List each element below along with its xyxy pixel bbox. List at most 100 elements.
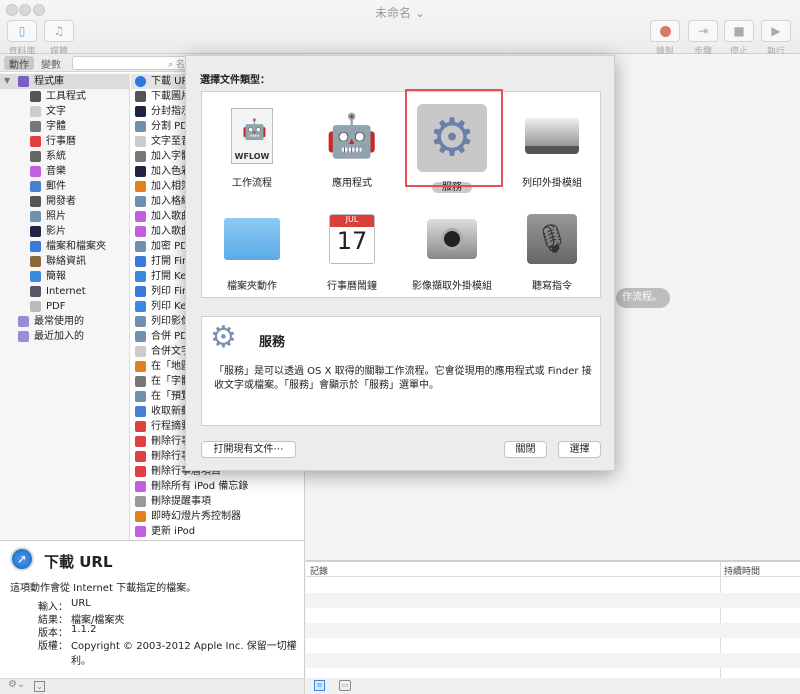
library-item[interactable]: 程式庫	[0, 74, 129, 89]
description-text: 「服務」是可以透過 OS X 取得的關聯工作流程。它會從現用的應用程式或 Fin…	[214, 366, 592, 391]
library-item[interactable]: 檔案和檔案夾	[30, 239, 106, 254]
library-item[interactable]: 影片	[30, 224, 66, 239]
workflow-bottom-bar: ≡ ▭	[306, 678, 800, 694]
action-item-icon	[135, 241, 146, 252]
library-item[interactable]: 郵件	[30, 179, 66, 194]
library-item-label: PDF	[46, 301, 66, 312]
library-item[interactable]: 工具程式	[30, 89, 86, 104]
media-button[interactable]: ♫ 媒體	[41, 20, 77, 57]
action-item-icon	[135, 166, 146, 177]
action-item[interactable]: 行程摘要	[135, 419, 191, 434]
action-description: 這項動作會從 Internet 下載指定的檔案。	[10, 583, 197, 594]
library-item-icon	[30, 286, 41, 297]
action-item-icon	[135, 496, 146, 507]
library-item[interactable]: Internet	[30, 284, 86, 299]
log-column-header[interactable]: 記錄	[310, 564, 328, 577]
library-item-label: 簡報	[46, 271, 66, 282]
action-item[interactable]: 刪除所有 iPod 備忘錄	[135, 479, 248, 494]
action-item[interactable]: 合併文字	[135, 344, 191, 359]
action-item-icon	[135, 361, 146, 372]
library-item[interactable]: 文字	[30, 104, 66, 119]
duration-column-header[interactable]: 持續時間	[724, 564, 760, 577]
library-item[interactable]: PDF	[30, 299, 65, 314]
step-button[interactable]: ⇥ 步驟	[685, 20, 721, 57]
tab-variables[interactable]: 變數	[36, 56, 66, 71]
variables-view-icon[interactable]: ▭	[339, 680, 351, 691]
library-icon: ▯	[7, 20, 37, 42]
window-title[interactable]: 未命名 ⌄	[0, 4, 800, 21]
type-dictation-command[interactable]: 🎙 聽寫指令	[502, 207, 602, 292]
log-view-icon[interactable]: ≡	[314, 680, 325, 691]
type-folder-action[interactable]: 檔案夾動作	[202, 207, 302, 292]
action-item-icon	[135, 106, 146, 117]
type-calendar-alarm[interactable]: JUL 17 行事曆鬧鐘	[302, 207, 402, 292]
library-item[interactable]: 系統	[30, 149, 66, 164]
type-description-box: ⚙ 服務 「服務」是可以透過 OS X 取得的關聯工作流程。它會從現用的應用程式…	[201, 316, 601, 426]
type-workflow[interactable]: 🤖 WFLOW 工作流程	[202, 104, 302, 189]
close-button[interactable]: 關閉	[504, 441, 547, 458]
action-item[interactable]: 刪除提醒事項	[135, 494, 211, 509]
record-button[interactable]: 錄製	[647, 20, 683, 57]
library-item[interactable]: 開發者	[30, 194, 76, 209]
action-item[interactable]: 文字至音	[135, 134, 191, 149]
action-item-icon	[135, 421, 146, 432]
action-item[interactable]: 分封指示	[135, 104, 191, 119]
disclosure-triangle-icon[interactable]: ▼	[4, 76, 10, 85]
action-item-icon	[135, 451, 146, 462]
action-item[interactable]: 更新 iPod	[135, 524, 195, 539]
action-item[interactable]: 列印影像	[135, 314, 191, 329]
stop-button[interactable]: ■ 停止	[721, 20, 757, 57]
library-item-icon	[30, 301, 41, 312]
action-item-icon	[135, 466, 146, 477]
run-button[interactable]: ▶ 執行	[758, 20, 794, 57]
action-item[interactable]: 加入相簿	[135, 179, 191, 194]
tab-actions[interactable]: 動作	[4, 56, 34, 71]
type-print-plugin[interactable]: 列印外掛模組	[502, 104, 602, 189]
library-item-icon	[30, 211, 41, 222]
document-type-dialog: 選擇文件類型： 🤖 WFLOW 工作流程 🤖 應用程式 ⚙ 服務 列印外掛模組 檔…	[185, 55, 615, 471]
action-item[interactable]: 加入色彩	[135, 164, 191, 179]
camera-icon	[420, 207, 484, 271]
library-button[interactable]: ▯ 資料庫	[4, 20, 40, 57]
library-item[interactable]: 簡報	[30, 269, 66, 284]
library-item[interactable]: 聯絡資訊	[30, 254, 86, 269]
safari-compass-icon: ➚	[10, 547, 34, 571]
action-item[interactable]: 即時幻燈片秀控制器	[135, 509, 241, 524]
library-item[interactable]: 最常使用的	[18, 314, 84, 329]
library-item-icon	[30, 196, 41, 207]
action-item-label: 刪除所有 iPod 備忘錄	[151, 481, 249, 492]
library-item-label: 文字	[46, 106, 66, 117]
description-title: 服務	[259, 335, 286, 350]
toggle-description-icon[interactable]: ⌄	[34, 681, 45, 692]
search-input[interactable]: ⌕ 名	[72, 56, 192, 70]
action-item-icon	[135, 481, 146, 492]
type-image-capture-plugin[interactable]: 影像擷取外掛模組	[402, 207, 502, 292]
library-item[interactable]: 行事曆	[30, 134, 76, 149]
action-item-label: 刪除提醒事項	[151, 496, 211, 507]
library-item[interactable]: 最近加入的	[18, 329, 84, 344]
action-item-icon	[135, 196, 146, 207]
library-item[interactable]: 音樂	[30, 164, 66, 179]
stop-icon: ■	[724, 20, 754, 42]
action-item[interactable]: 下載圖片	[135, 89, 191, 104]
action-item[interactable]: 加入歌曲	[135, 224, 191, 239]
type-label: 影像擷取外掛模組	[412, 281, 492, 292]
field-value: 1.1.2	[71, 624, 97, 635]
type-application[interactable]: 🤖 應用程式	[302, 104, 402, 189]
library-item[interactable]: 照片	[30, 209, 66, 224]
library-item[interactable]: 字體	[30, 119, 66, 134]
action-item-icon	[135, 91, 146, 102]
action-item-icon	[135, 211, 146, 222]
action-item-icon	[135, 181, 146, 192]
library-item-label: 檔案和檔案夾	[46, 241, 106, 252]
printer-icon	[520, 104, 584, 168]
action-item[interactable]: 加入格線	[135, 194, 191, 209]
choose-button[interactable]: 選擇	[558, 441, 601, 458]
action-item[interactable]: 加入字體	[135, 149, 191, 164]
open-existing-button[interactable]: 打開現有文件⋯	[201, 441, 296, 458]
action-item[interactable]: 加入歌曲	[135, 209, 191, 224]
dialog-heading: 選擇文件類型：	[200, 75, 270, 86]
action-item-icon	[135, 286, 146, 297]
gear-menu-icon[interactable]: ⚙⌄	[8, 679, 25, 690]
calendar-month: JUL	[330, 215, 374, 227]
